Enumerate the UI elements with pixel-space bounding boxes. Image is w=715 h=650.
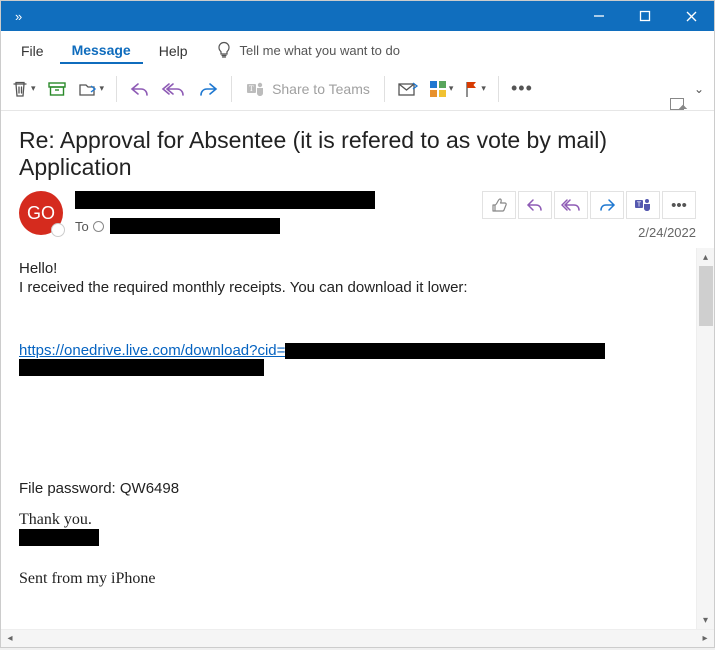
maximize-button[interactable] (622, 1, 668, 31)
separator (384, 76, 385, 102)
menu-message[interactable]: Message (60, 36, 143, 64)
link-redacted-1 (285, 343, 605, 359)
chevron-down-icon: ▾ (481, 83, 486, 94)
reply-all-quick-button[interactable] (554, 191, 588, 219)
more-actions-button[interactable]: ••• (662, 191, 696, 219)
delete-button[interactable]: ▾ (7, 73, 40, 105)
move-button[interactable]: ▾ (74, 73, 109, 105)
categorize-button[interactable]: ▾ (425, 73, 458, 105)
more-commands-button[interactable]: ••• (507, 73, 537, 105)
tell-me-label: Tell me what you want to do (240, 43, 400, 58)
body-intro: I received the required monthly receipts… (19, 279, 678, 296)
archive-button[interactable] (42, 73, 72, 105)
sender-name-redacted (75, 191, 474, 214)
ribbon-toolbar: ▾ ▾ T Share to Teams ▾ (1, 69, 714, 111)
scroll-up-button[interactable]: ▴ (697, 248, 714, 266)
message-quick-actions: T ••• (482, 191, 696, 219)
scroll-left-button[interactable]: ◂ (1, 630, 19, 648)
scroll-thumb[interactable] (699, 266, 713, 326)
body-password: File password: QW6498 (19, 480, 678, 497)
svg-text:T: T (249, 84, 254, 93)
menu-file[interactable]: File (9, 37, 56, 63)
horizontal-scrollbar[interactable]: ◂ ▸ (1, 629, 714, 647)
recipient-presence-icon (93, 221, 104, 232)
lightbulb-icon (216, 41, 232, 59)
email-date: 2/24/2022 (474, 225, 696, 240)
flag-button[interactable]: ▾ (459, 73, 490, 105)
tell-me-search[interactable]: Tell me what you want to do (216, 41, 400, 59)
ribbon-options-icon[interactable] (670, 98, 684, 110)
svg-text:T: T (637, 202, 642, 209)
title-bar: » (1, 1, 714, 31)
chevron-down-icon: ▾ (449, 83, 454, 94)
forward-button[interactable] (193, 73, 223, 105)
link-redacted-2 (19, 359, 264, 376)
recipients-line: To (75, 218, 474, 234)
recipient-redacted (110, 218, 280, 234)
message-body: Hello! I received the required monthly r… (1, 248, 696, 629)
menu-bar: File Message Help Tell me what you want … (1, 31, 714, 69)
body-link-line: https://onedrive.live.com/download?cid= (19, 342, 678, 359)
teams-quick-button[interactable]: T (626, 191, 660, 219)
separator (231, 76, 232, 102)
share-to-teams-button[interactable]: T Share to Teams (240, 80, 376, 98)
chevron-down-icon: ▾ (100, 83, 105, 94)
to-label: To (75, 219, 89, 234)
reply-button[interactable] (125, 73, 155, 105)
avatar-initials: GO (27, 203, 55, 224)
chevron-down-icon: ▾ (31, 83, 36, 94)
vertical-scrollbar[interactable]: ▴ ▾ (696, 248, 714, 629)
mark-unread-button[interactable] (393, 73, 423, 105)
teams-icon: T (246, 80, 266, 98)
signature-redacted (19, 529, 99, 546)
reply-all-button[interactable] (157, 73, 191, 105)
email-subject: Re: Approval for Absentee (it is refered… (1, 111, 714, 187)
share-to-teams-label: Share to Teams (272, 81, 370, 97)
scroll-down-button[interactable]: ▾ (697, 611, 714, 629)
menu-help[interactable]: Help (147, 37, 200, 63)
message-header: GO To (1, 187, 714, 248)
body-sent-from: Sent from my iPhone (19, 570, 678, 588)
forward-quick-button[interactable] (590, 191, 624, 219)
body-thankyou: Thank you. (19, 511, 678, 529)
quick-access-icon: » (1, 9, 20, 24)
reply-quick-button[interactable] (518, 191, 552, 219)
scroll-right-button[interactable]: ▸ (696, 630, 714, 648)
separator (116, 76, 117, 102)
like-button[interactable] (482, 191, 516, 219)
minimize-button[interactable] (576, 1, 622, 31)
outlook-message-window: » File Message Help Tell me what you wan… (0, 0, 715, 648)
sender-avatar[interactable]: GO (19, 191, 63, 235)
download-link[interactable]: https://onedrive.live.com/download?cid= (19, 342, 285, 359)
separator (498, 76, 499, 102)
close-button[interactable] (668, 1, 714, 31)
body-greeting: Hello! (19, 260, 678, 277)
presence-indicator (51, 223, 65, 237)
collapse-ribbon-icon[interactable]: ⌄ (694, 82, 704, 96)
